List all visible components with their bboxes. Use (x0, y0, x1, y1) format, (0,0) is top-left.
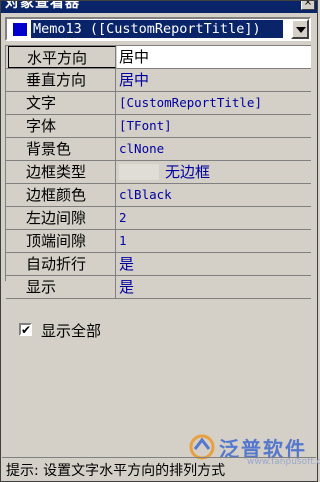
property-row-border-type[interactable]: 边框类型 无边框 (6, 161, 311, 184)
property-row-halign[interactable]: 水平方向 居中 (6, 46, 311, 69)
title-bar[interactable]: 对象查看器 × (1, 1, 317, 13)
property-name: 边框颜色 (26, 186, 87, 204)
selected-object[interactable]: Memo13 ([CustomReportTitle]) (31, 20, 283, 38)
property-name: 显示 (26, 278, 57, 296)
property-name: 垂直方向 (26, 71, 87, 89)
property-value[interactable]: 居中 (117, 69, 311, 91)
property-row-visible[interactable]: 显示 是 (6, 276, 311, 299)
chevron-down-icon[interactable] (291, 19, 309, 39)
object-selector-dropdown[interactable]: Memo13 ([CustomReportTitle]) (5, 17, 311, 41)
property-value[interactable]: 2 (117, 207, 311, 229)
property-value[interactable]: 是 (117, 276, 311, 298)
show-all-label: 显示全部 (41, 322, 102, 340)
property-value[interactable]: 居中 (117, 46, 311, 68)
object-inspector-window: 对象查看器 × Memo13 ([CustomReportTitle]) 水平方… (0, 0, 320, 482)
property-row-text[interactable]: 文字 [CustomReportTitle] (6, 92, 311, 115)
property-name: 顶端间隙 (26, 232, 87, 250)
property-name: 水平方向 (27, 49, 88, 67)
property-value[interactable]: 无边框 (117, 161, 311, 183)
property-name: 背景色 (26, 140, 72, 158)
border-preview-swatch (119, 164, 159, 180)
property-row-top-margin[interactable]: 顶端间隙 1 (6, 230, 311, 253)
property-name: 边框类型 (26, 163, 87, 181)
property-row-font[interactable]: 字体 [TFont] (6, 115, 311, 138)
close-button[interactable]: × (301, 1, 315, 10)
property-value[interactable]: 是 (117, 253, 311, 275)
property-name: 字体 (26, 117, 57, 135)
property-value[interactable]: [CustomReportTitle] (117, 92, 311, 114)
property-row-bgcolor[interactable]: 背景色 clNone (6, 138, 311, 161)
property-row-wordwrap[interactable]: 自动折行 是 (6, 253, 311, 276)
property-row-left-margin[interactable]: 左边间隙 2 (6, 207, 311, 230)
property-grid: 水平方向 居中 垂直方向 居中 文字 [CustomReportTitle] 字… (5, 45, 311, 299)
property-name: 文字 (26, 94, 57, 112)
status-hint: 提示: 设置文字水平方向的排列方式 (6, 463, 226, 479)
component-icon (13, 23, 27, 36)
border-type-text: 无边框 (165, 163, 211, 181)
checkbox-check-icon[interactable]: ✔ (19, 323, 32, 336)
property-row-valign[interactable]: 垂直方向 居中 (6, 69, 311, 92)
property-name: 自动折行 (26, 255, 87, 273)
property-value[interactable]: 1 (117, 230, 311, 252)
property-name: 左边间隙 (26, 209, 87, 227)
window-title: 对象查看器 (5, 1, 80, 11)
property-row-border-color[interactable]: 边框颜色 clBlack (6, 184, 311, 207)
property-value[interactable]: clNone (117, 138, 311, 160)
property-value[interactable]: [TFont] (117, 115, 311, 137)
property-value[interactable]: clBlack (117, 184, 311, 206)
status-bar: 提示: 设置文字水平方向的排列方式 (2, 457, 316, 479)
